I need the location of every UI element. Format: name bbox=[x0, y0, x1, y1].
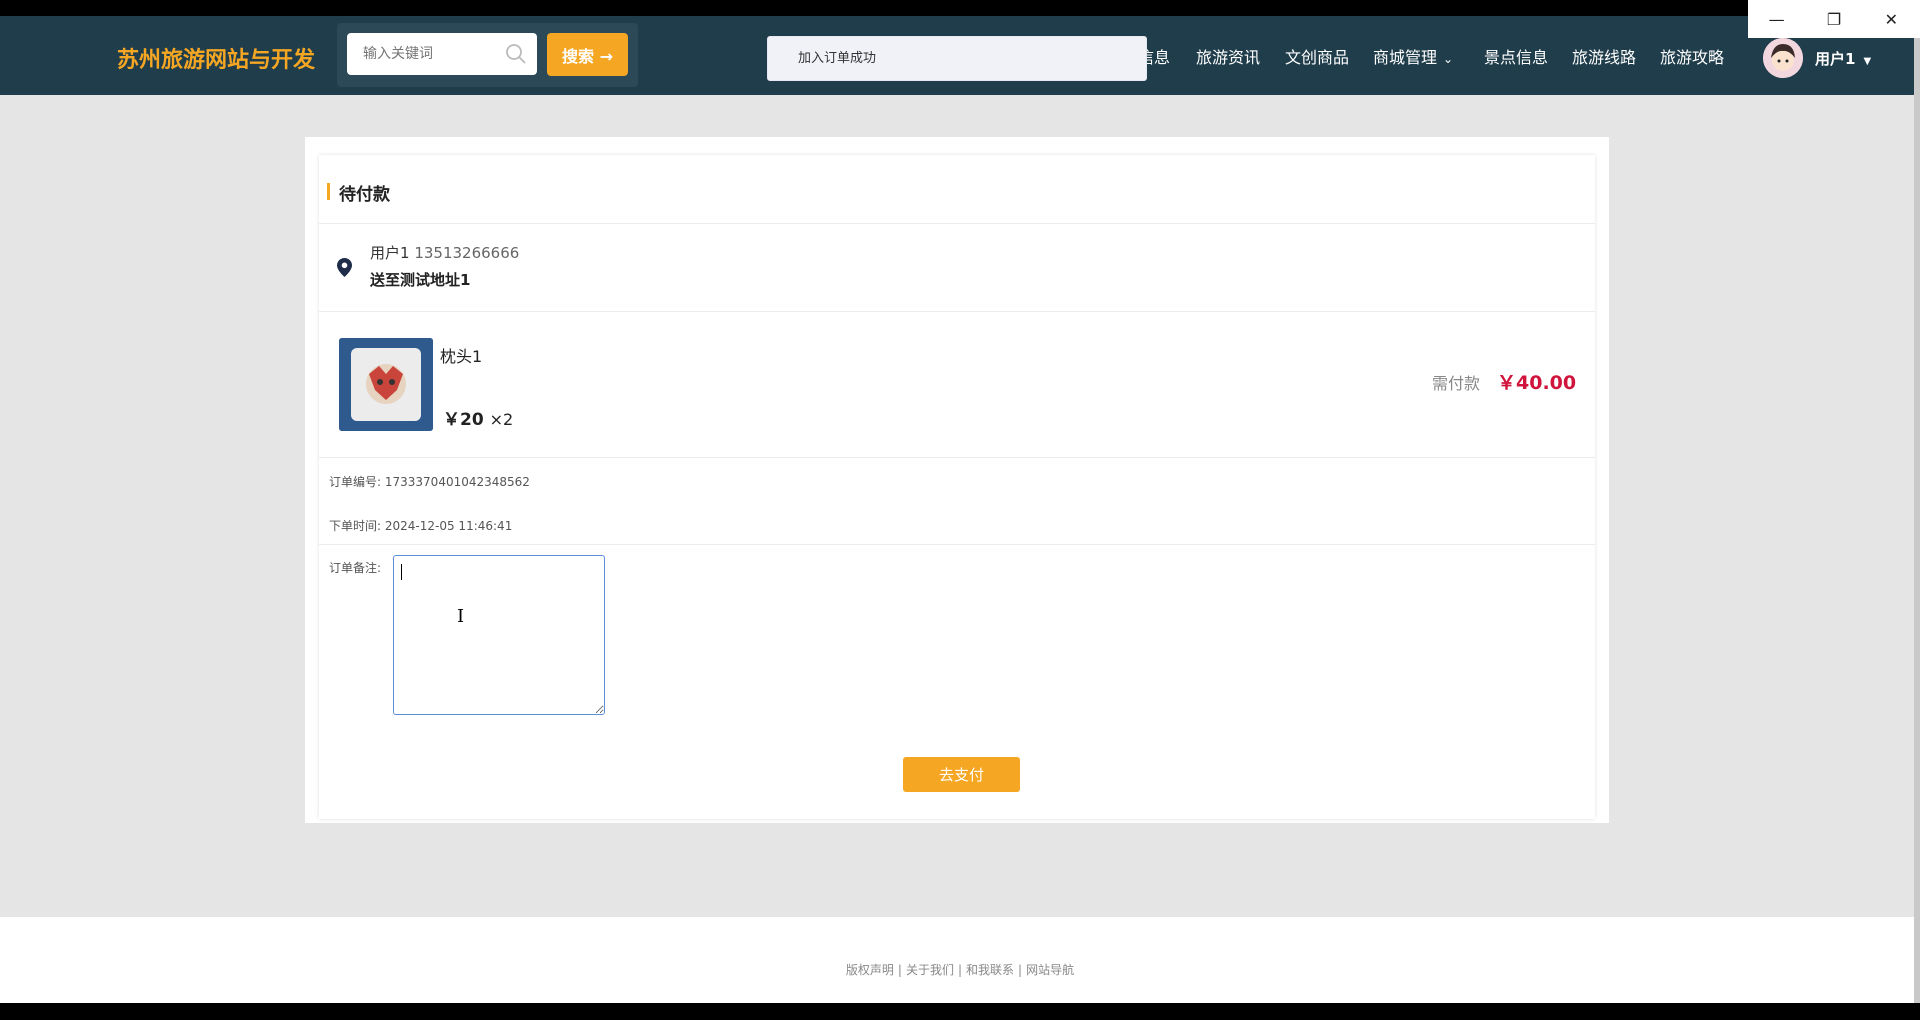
pillow-image bbox=[339, 338, 433, 431]
search-icon bbox=[506, 44, 526, 64]
pay-button[interactable]: 去支付 bbox=[903, 757, 1020, 792]
page-title: 待付款 bbox=[339, 185, 390, 205]
user-menu[interactable]: 用户1 ▼ bbox=[1815, 48, 1871, 69]
order-number-value: 1733370401042348562 bbox=[384, 475, 530, 489]
divider bbox=[319, 457, 1595, 458]
footer-separator: | bbox=[897, 963, 902, 977]
scrollbar[interactable] bbox=[1914, 38, 1920, 1003]
order-number-label: 订单编号: bbox=[329, 475, 382, 489]
site-footer: 版权声明 | 关于我们 | 和我联系 | 网站导航 bbox=[0, 917, 1920, 1003]
nav-item-mall-management[interactable]: 商城管理 ⌄ bbox=[1373, 44, 1453, 68]
close-icon[interactable]: ✕ bbox=[1863, 0, 1920, 38]
order-card: 待付款 用户1 13513266666 送至测试地址1 枕头1 ￥20 ×2 需… bbox=[319, 155, 1595, 819]
nav-item-routes[interactable]: 旅游线路 bbox=[1572, 44, 1636, 68]
ibeam-cursor-icon: I bbox=[457, 606, 465, 627]
order-time-label: 下单时间: bbox=[329, 519, 382, 533]
product-name[interactable]: 枕头1 bbox=[440, 343, 482, 367]
product-qty: ×2 bbox=[489, 410, 514, 429]
nav-item-attractions[interactable]: 景点信息 bbox=[1484, 44, 1548, 68]
divider bbox=[319, 223, 1595, 224]
restore-icon[interactable]: ❐ bbox=[1805, 0, 1862, 38]
nav-item-guides[interactable]: 旅游攻略 bbox=[1660, 44, 1724, 68]
page-body: 待付款 用户1 13513266666 送至测试地址1 枕头1 ￥20 ×2 需… bbox=[0, 95, 1920, 1000]
caret-down-icon: ▼ bbox=[1863, 56, 1872, 67]
footer-link-sitemap[interactable]: 网站导航 bbox=[1026, 963, 1074, 977]
address-contact: 用户1 13513266666 bbox=[370, 242, 519, 263]
address-phone: 13513266666 bbox=[414, 244, 520, 262]
site-logo[interactable]: 苏州旅游网站与开发 bbox=[117, 42, 315, 74]
remark-textarea[interactable] bbox=[393, 555, 605, 715]
footer-link-about[interactable]: 关于我们 bbox=[906, 963, 954, 977]
order-time: 下单时间: 2024-12-05 11:46:41 bbox=[329, 517, 512, 534]
footer-links: 版权声明 | 关于我们 | 和我联系 | 网站导航 bbox=[0, 961, 1920, 978]
nav-item-creative-goods[interactable]: 文创商品 bbox=[1285, 44, 1349, 68]
divider bbox=[319, 311, 1595, 312]
nav-item-label: 商城管理 bbox=[1373, 48, 1438, 67]
window-top-bar bbox=[0, 0, 1920, 16]
pay-label: 需付款 bbox=[1432, 374, 1481, 393]
remark-label: 订单备注: bbox=[329, 561, 382, 575]
chevron-down-icon: ⌄ bbox=[1443, 52, 1454, 66]
footer-separator: | bbox=[957, 963, 963, 977]
search-box: 搜索 → bbox=[337, 23, 638, 87]
text-caret bbox=[401, 564, 402, 580]
product-image[interactable] bbox=[339, 338, 433, 431]
address-detail: 送至测试地址1 bbox=[370, 271, 471, 289]
user-name: 用户1 bbox=[1815, 50, 1856, 68]
footer-link-contact[interactable]: 和我联系 bbox=[966, 963, 1014, 977]
avatar-image bbox=[1763, 38, 1803, 78]
toast-message: 加入订单成功 bbox=[767, 36, 1147, 81]
minimize-icon[interactable]: — bbox=[1748, 0, 1805, 38]
avatar[interactable] bbox=[1763, 38, 1803, 78]
location-pin-icon bbox=[337, 258, 352, 277]
product-price: ￥20 bbox=[443, 410, 484, 430]
order-number: 订单编号: 1733370401042348562 bbox=[329, 473, 530, 490]
footer-link-copyright[interactable]: 版权声明 bbox=[846, 963, 894, 977]
address-user: 用户1 bbox=[370, 244, 410, 262]
product-price-line: ￥20 ×2 bbox=[443, 405, 513, 430]
pay-amount: ￥40.00 bbox=[1497, 372, 1577, 394]
window-bottom-bar bbox=[0, 1003, 1920, 1020]
order-panel: 待付款 用户1 13513266666 送至测试地址1 枕头1 ￥20 ×2 需… bbox=[305, 137, 1609, 823]
divider bbox=[319, 544, 1595, 545]
order-time-value: 2024-12-05 11:46:41 bbox=[384, 519, 513, 533]
window-controls: — ❐ ✕ bbox=[1748, 0, 1920, 38]
nav-item-travel-news[interactable]: 旅游资讯 bbox=[1196, 44, 1260, 68]
search-button[interactable]: 搜索 → bbox=[547, 33, 628, 76]
title-accent bbox=[327, 183, 330, 200]
footer-separator: | bbox=[1018, 963, 1023, 977]
